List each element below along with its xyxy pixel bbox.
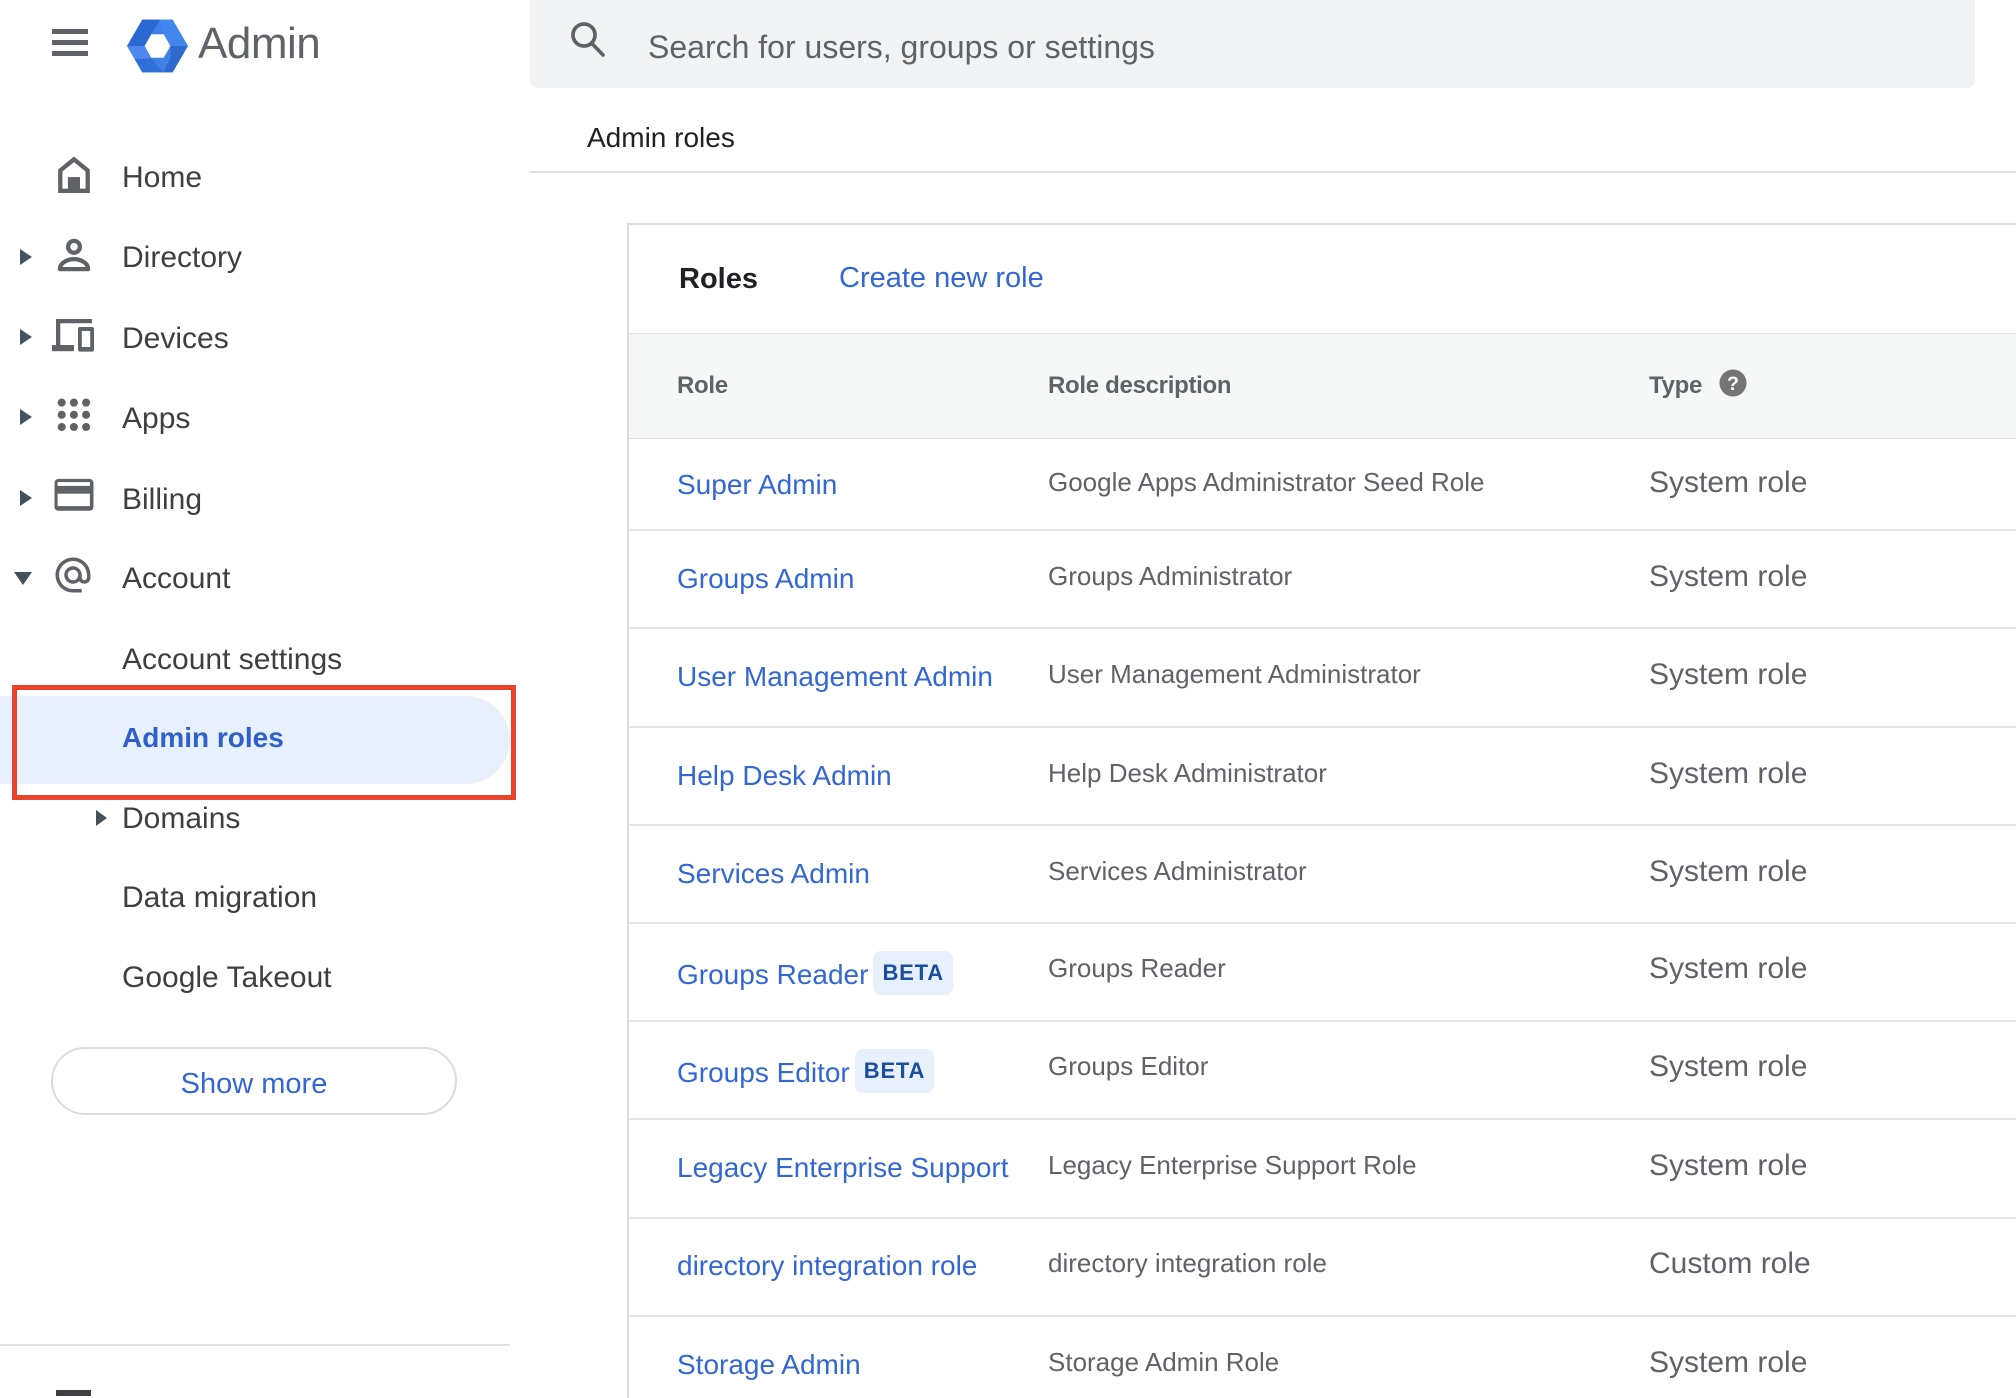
svg-text:?: ? <box>1727 373 1739 395</box>
